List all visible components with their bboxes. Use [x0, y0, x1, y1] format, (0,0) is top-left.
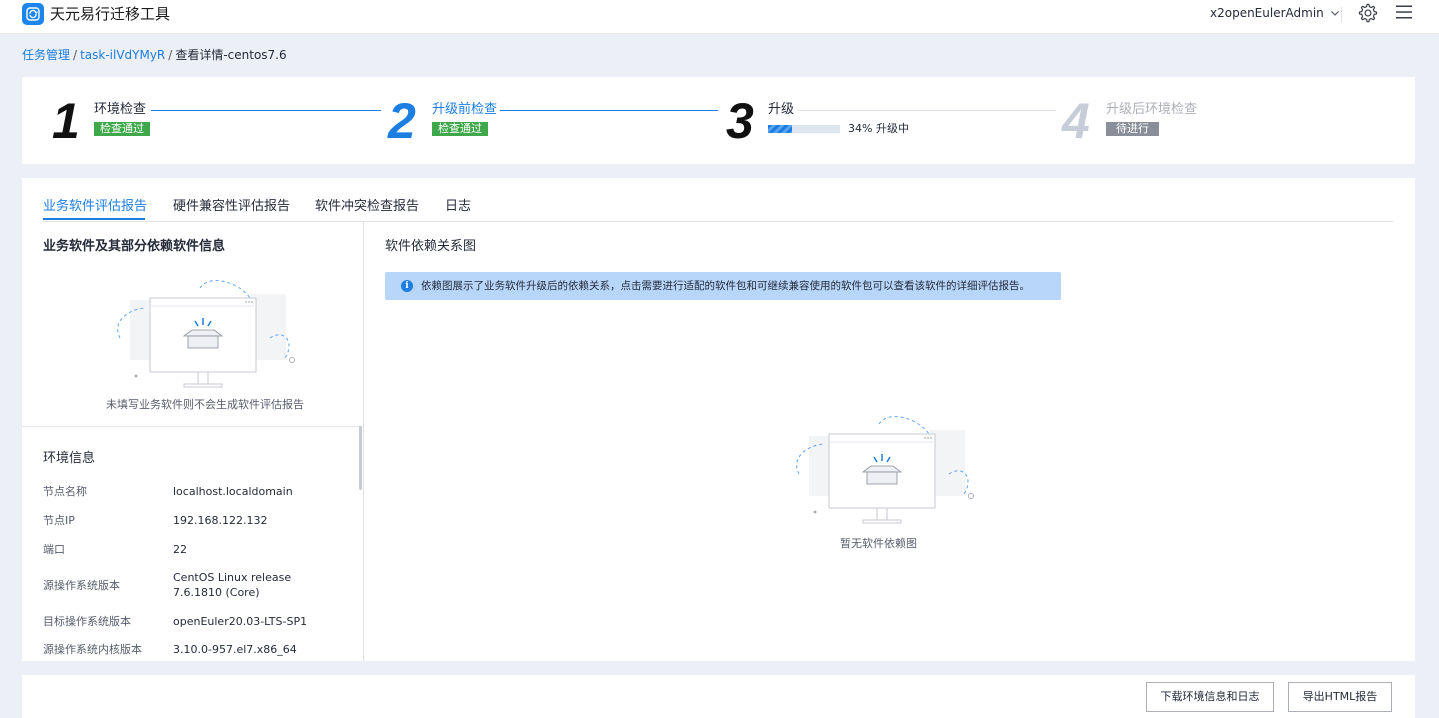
status-badge: 待进行 — [1106, 122, 1159, 136]
top-header: 天元易行迁移工具 x2openEulerAdmin — [0, 0, 1439, 34]
step-env-check: 1 环境检查 检查通过 — [22, 77, 382, 164]
info-banner: i 依赖图展示了业务软件升级后的依赖关系，点击需要进行适配的软件包和可继续兼容使… — [385, 272, 1061, 300]
active-tab-indicator — [43, 218, 145, 220]
env-label: 源操作系统版本 — [43, 579, 120, 592]
info-banner-text: 依赖图展示了业务软件升级后的依赖关系，点击需要进行适配的软件包和可继续兼容使用的… — [421, 280, 1030, 292]
step-title: 升级前检查 — [432, 102, 498, 117]
steps-card: 1 环境检查 检查通过 2 升级前检查 检查通过 3 升级 34% 升级中 4 … — [22, 77, 1415, 164]
step-title: 升级 — [768, 102, 795, 117]
step-connector — [798, 110, 1056, 111]
empty-graph-text: 暂无软件依赖图 — [840, 537, 917, 550]
right-panel: 软件依赖关系图 i 依赖图展示了业务软件升级后的依赖关系，点击需要进行适配的软件… — [364, 222, 1415, 661]
env-value: 3.10.0-957.el7.x86_64 — [173, 643, 297, 656]
header-divider — [1341, 7, 1342, 23]
progress-fill — [768, 125, 793, 133]
tab-logs[interactable]: 日志 — [445, 199, 471, 215]
env-label: 节点名称 — [43, 485, 87, 498]
env-value: localhost.localdomain — [173, 485, 293, 498]
footer-actions: 下载环境信息和日志 导出HTML报告 — [22, 675, 1415, 718]
status-badge: 检查通过 — [94, 122, 150, 136]
section-divider — [22, 426, 362, 427]
step-title: 环境检查 — [94, 102, 147, 117]
refresh-icon — [26, 7, 40, 21]
step-post-upgrade-check: 4 升级后环境检查 待进行 — [1062, 77, 1362, 164]
app-logo — [22, 3, 44, 25]
gear-icon[interactable] — [1357, 2, 1379, 24]
breadcrumb-task-management[interactable]: 任务管理 — [22, 48, 70, 62]
empty-graph-illustration — [796, 416, 974, 524]
report-card: 业务软件评估报告 硬件兼容性评估报告 软件冲突检查报告 日志 业务软件及其部分依… — [22, 178, 1415, 661]
progress-bar — [768, 125, 840, 133]
user-menu[interactable]: x2openEulerAdmin — [1210, 5, 1340, 21]
step-upgrade: 3 升级 34% 升级中 — [722, 77, 1062, 164]
software-info-title: 业务软件及其部分依赖软件信息 — [43, 239, 226, 254]
breadcrumb-current: 查看详情-centos7.6 — [175, 48, 287, 62]
breadcrumb-separator: / — [168, 48, 173, 62]
step-number: 4 — [1062, 93, 1090, 149]
env-label: 节点IP — [43, 514, 75, 527]
env-value: CentOS Linux release 7.6.1810 (Core) — [173, 571, 292, 599]
app-title: 天元易行迁移工具 — [50, 5, 171, 23]
chevron-down-icon — [1330, 11, 1339, 16]
status-badge: 检查通过 — [432, 122, 488, 136]
info-icon: i — [401, 280, 413, 292]
step-connector — [500, 110, 718, 111]
step-pre-upgrade-check: 2 升级前检查 检查通过 — [382, 77, 722, 164]
env-label: 端口 — [43, 543, 65, 556]
env-label: 目标操作系统版本 — [43, 615, 131, 628]
step-title: 升级后环境检查 — [1106, 102, 1198, 117]
env-label: 源操作系统内核版本 — [43, 643, 142, 656]
env-value: openEuler20.03-LTS-SP1 — [173, 615, 308, 628]
scrollbar-thumb[interactable] — [359, 426, 362, 490]
report-tabs: 业务软件评估报告 硬件兼容性评估报告 软件冲突检查报告 日志 — [43, 178, 1393, 222]
empty-software-text: 未填写业务软件则不会生成软件评估报告 — [106, 398, 304, 411]
tab-software-conflict[interactable]: 软件冲突检查报告 — [315, 199, 419, 215]
step-connector — [151, 110, 381, 111]
left-panel: 业务软件及其部分依赖软件信息 未填写业务软件则不会生成软件评估报告 环境信息 节… — [22, 222, 364, 661]
tab-software-assessment[interactable]: 业务软件评估报告 — [43, 199, 147, 215]
env-info-title: 环境信息 — [43, 451, 96, 466]
step-number: 1 — [52, 93, 80, 149]
tab-hardware-compat[interactable]: 硬件兼容性评估报告 — [173, 199, 290, 215]
env-value: 22 — [173, 543, 187, 556]
hamburger-icon[interactable] — [1395, 3, 1413, 21]
breadcrumb-separator: / — [73, 48, 78, 62]
empty-state-illustration — [117, 280, 295, 388]
breadcrumb: 任务管理 / task-ilVdYMyR / 查看详情-centos7.6 — [22, 48, 287, 62]
dependency-graph-title: 软件依赖关系图 — [385, 239, 477, 254]
export-html-button[interactable]: 导出HTML报告 — [1288, 682, 1392, 712]
step-number: 2 — [388, 93, 416, 149]
progress-text: 34% 升级中 — [848, 122, 909, 135]
download-env-logs-button[interactable]: 下载环境信息和日志 — [1146, 682, 1274, 712]
env-value: 192.168.122.132 — [173, 514, 268, 527]
breadcrumb-task[interactable]: task-ilVdYMyR — [80, 48, 165, 62]
step-number: 3 — [726, 93, 754, 149]
username[interactable]: x2openEulerAdmin — [1210, 5, 1324, 21]
